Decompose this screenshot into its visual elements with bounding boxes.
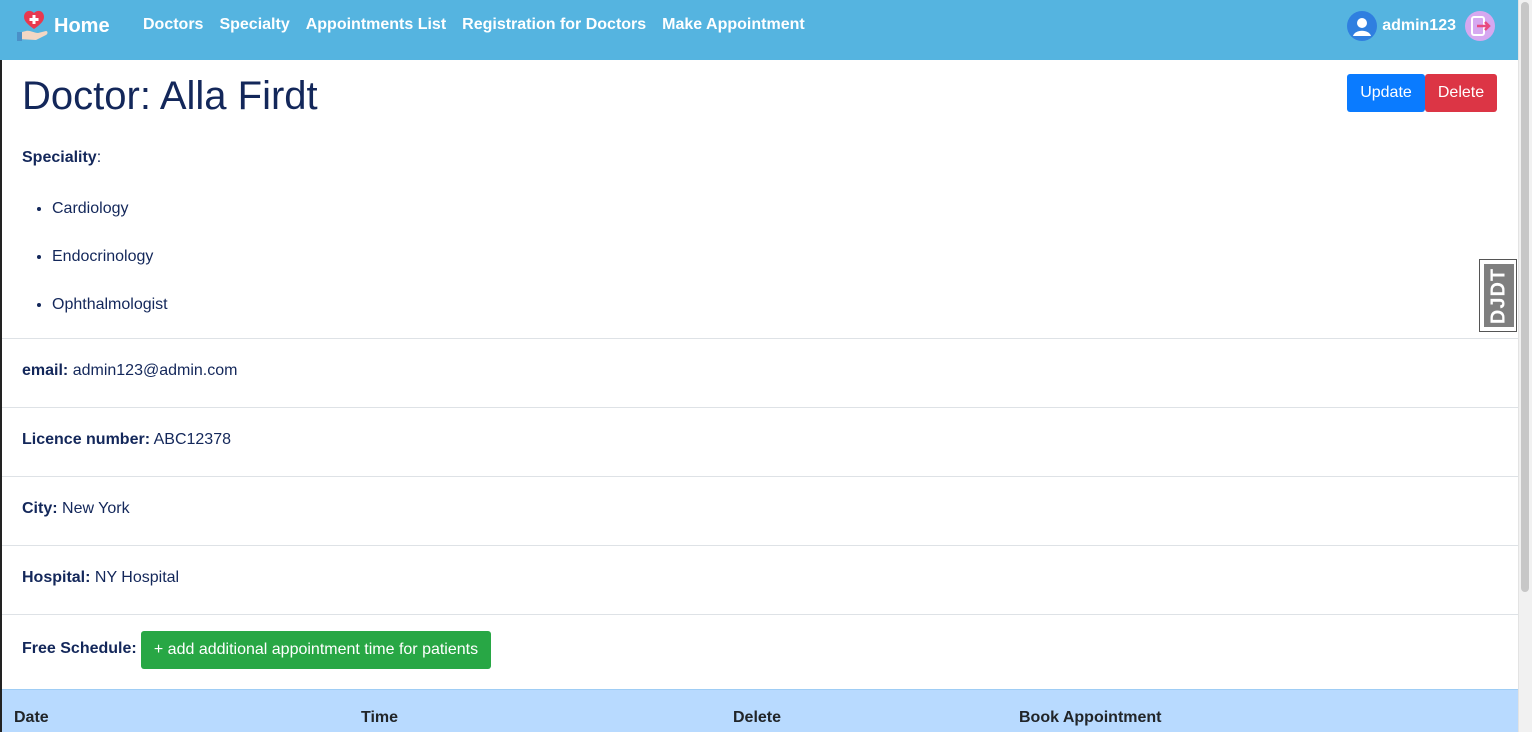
- divider: [2, 476, 1518, 477]
- email-value: admin123@admin.com: [72, 362, 238, 379]
- speciality-item: Ophthalmologist: [52, 296, 168, 344]
- username-label[interactable]: admin123: [1382, 17, 1456, 35]
- debug-toolbar-tab: DJDT: [1484, 264, 1514, 327]
- email-row: email: admin123@admin.com: [22, 362, 237, 380]
- licence-value: ABC12378: [153, 431, 231, 448]
- speciality-heading: Speciality:: [22, 149, 102, 166]
- logout-icon[interactable]: [1464, 10, 1496, 42]
- speciality-item: Cardiology: [52, 200, 168, 248]
- column-header-book-appointment: Book Appointment: [1019, 709, 1162, 726]
- home-label: Home: [54, 14, 110, 37]
- home-link[interactable]: Home: [16, 6, 110, 46]
- nav-link-registration-for-doctors[interactable]: Registration for Doctors: [462, 16, 646, 34]
- schedule-table-header: Date Time Delete Book Appointment: [2, 689, 1518, 732]
- licence-row: Licence number: ABC12378: [22, 431, 231, 449]
- debug-toolbar-label: DJDT: [1487, 267, 1510, 325]
- column-header-delete: Delete: [733, 709, 782, 726]
- add-appointment-time-button[interactable]: + add additional appointment time for pa…: [141, 631, 491, 669]
- user-avatar-icon[interactable]: [1347, 11, 1378, 41]
- email-label: email:: [22, 362, 69, 379]
- speciality-list: Cardiology Endocrinology Ophthalmologist: [22, 200, 168, 344]
- divider: [2, 407, 1518, 408]
- nav-link-appointments-list[interactable]: Appointments List: [306, 16, 446, 34]
- user-menu: admin123: [1347, 10, 1496, 42]
- column-header-time: Time: [361, 709, 399, 726]
- divider: [2, 545, 1518, 546]
- divider: [2, 614, 1518, 615]
- nav-link-doctors[interactable]: Doctors: [143, 16, 203, 34]
- scrollbar[interactable]: [1518, 0, 1532, 732]
- debug-toolbar-handle[interactable]: DJDT: [1479, 259, 1517, 332]
- update-button[interactable]: Update: [1347, 74, 1425, 112]
- city-row: City: New York: [22, 500, 130, 518]
- city-value: New York: [62, 500, 130, 517]
- hospital-label: Hospital:: [22, 569, 91, 586]
- free-schedule-row: Free Schedule:: [22, 640, 137, 658]
- scrollbar-thumb[interactable]: [1521, 2, 1529, 592]
- city-label: City:: [22, 500, 58, 517]
- heart-hand-logo-icon: [16, 9, 50, 43]
- speciality-item: Endocrinology: [52, 248, 168, 296]
- column-header-date: Date: [14, 709, 49, 726]
- licence-label: Licence number:: [22, 431, 151, 448]
- divider: [2, 338, 1518, 339]
- delete-button[interactable]: Delete: [1425, 74, 1497, 112]
- navbar: Home Doctors Specialty Appointments List…: [0, 0, 1518, 60]
- page-title: Doctor: Alla Firdt: [22, 74, 318, 118]
- window-edge: [0, 0, 2, 732]
- nav-link-specialty[interactable]: Specialty: [219, 16, 289, 34]
- hospital-row: Hospital: NY Hospital: [22, 569, 179, 587]
- nav-link-make-appointment[interactable]: Make Appointment: [662, 16, 805, 34]
- speciality-label: Speciality: [22, 149, 97, 166]
- free-schedule-label: Free Schedule:: [22, 640, 137, 657]
- hospital-value: NY Hospital: [94, 569, 180, 586]
- nav-links: Doctors Specialty Appointments List Regi…: [143, 16, 821, 34]
